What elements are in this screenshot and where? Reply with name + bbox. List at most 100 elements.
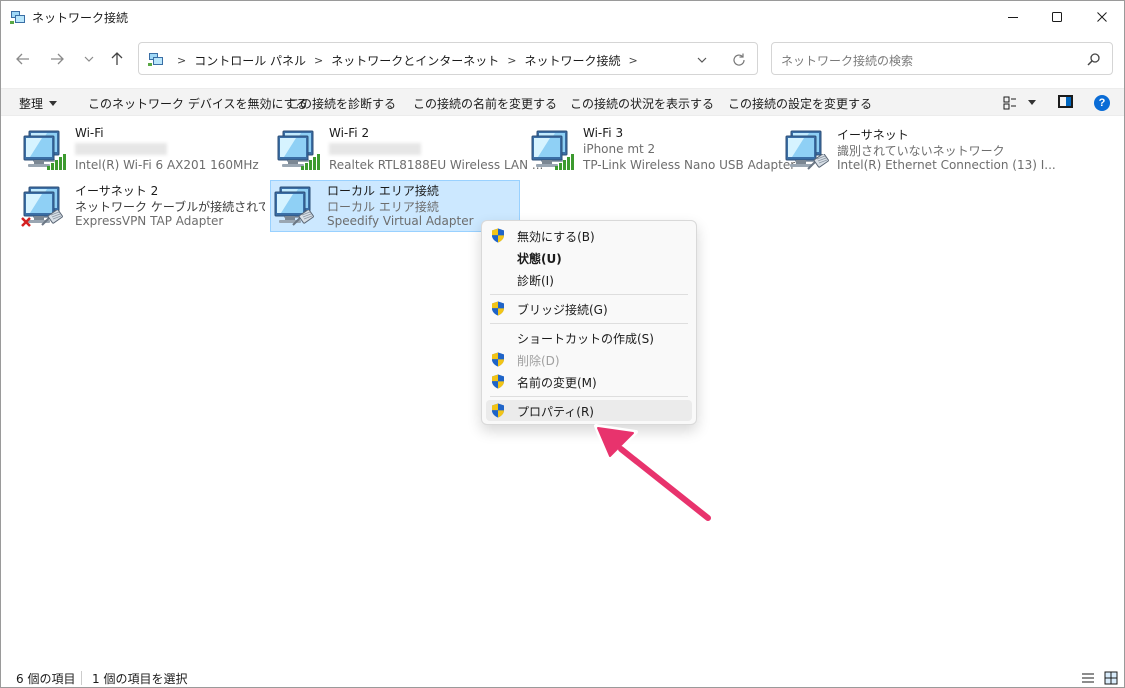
command-bar: 整理 このネットワーク デバイスを無効にする この接続を診断する この接続の名前… [1, 88, 1124, 116]
connection-adapter: TP-Link Wireless Nano USB Adapter [583, 158, 796, 172]
connection-item-wifi-2[interactable]: Wi-Fi 2 Realtek RTL8188EU Wireless LAN .… [273, 124, 543, 176]
menu-item-status[interactable]: 状態(U) [486, 247, 692, 268]
view-status-button[interactable]: この接続の状況を表示する [570, 95, 714, 112]
connection-adapter: Realtek RTL8188EU Wireless LAN ... [329, 158, 544, 172]
context-menu: 無効にする(B) 状態(U) 診断(I) ブリッジ接続(G) ショートカットの作… [481, 220, 697, 425]
connection-name: ローカル エリア接続 [327, 184, 439, 198]
minimize-icon [1008, 17, 1018, 18]
control-panel-icon [148, 51, 164, 67]
disable-device-button[interactable]: このネットワーク デバイスを無効にする [88, 95, 308, 112]
recent-locations-button[interactable] [77, 47, 101, 71]
uac-shield-icon [491, 403, 505, 418]
uac-shield-icon [491, 301, 505, 316]
maximize-button[interactable] [1034, 1, 1080, 33]
connection-name: Wi-Fi 3 [583, 126, 624, 140]
caret-down-icon[interactable] [1028, 100, 1036, 105]
menu-item-label: 名前の変更(M) [517, 376, 597, 390]
search-field[interactable]: ネットワーク接続の検索 [771, 42, 1113, 75]
network-adapter-icon [272, 182, 320, 228]
chevron-down-icon[interactable] [695, 53, 709, 67]
redacted-status [75, 143, 167, 155]
connection-name: Wi-Fi [75, 126, 104, 140]
menu-item-rename[interactable]: 名前の変更(M) [486, 371, 692, 392]
tiles-view-icon[interactable] [1104, 671, 1118, 685]
close-icon [1097, 12, 1107, 22]
breadcrumb-network-internet[interactable]: ネットワークとインターネット [331, 52, 499, 69]
breadcrumb: > コントロール パネル > ネットワークとインターネット > ネットワーク接続… [171, 52, 646, 69]
uac-shield-icon [491, 228, 505, 243]
address-bar[interactable]: > コントロール パネル > ネットワークとインターネット > ネットワーク接続… [138, 42, 758, 75]
up-button[interactable] [105, 47, 129, 71]
network-adapter-icon [21, 126, 69, 172]
menu-item-label: 状態(U) [517, 252, 562, 266]
details-view-icon[interactable] [1082, 673, 1094, 683]
network-adapter-icon [21, 182, 69, 227]
change-settings-button[interactable]: この接続の設定を変更する [728, 95, 872, 112]
network-adapter-icon [275, 126, 323, 172]
caret-down-icon [49, 101, 58, 106]
menu-item-label: ショートカットの作成(S) [517, 332, 654, 346]
connection-item-ethernet-2[interactable]: イーサネット 2 ネットワーク ケーブルが接続されていま... ExpressV… [19, 180, 269, 232]
chevron-right-icon[interactable]: > [177, 54, 186, 67]
redacted-status [329, 143, 421, 155]
connection-status: 識別されていないネットワーク [837, 144, 1005, 158]
connection-name: イーサネット 2 [75, 184, 159, 198]
status-bar: 6 個の項目 1 個の項目を選択 [1, 667, 1124, 687]
connection-adapter: ExpressVPN TAP Adapter [75, 214, 224, 228]
maximize-icon [1052, 12, 1062, 22]
network-adapter-icon [783, 126, 831, 172]
breadcrumb-network-connections[interactable]: ネットワーク接続 [525, 52, 621, 69]
menu-item-bridge[interactable]: ブリッジ接続(G) [486, 298, 692, 319]
uac-shield-icon [491, 374, 505, 389]
menu-item-label: ブリッジ接続(G) [517, 303, 608, 317]
organize-label: 整理 [19, 97, 44, 111]
back-button[interactable] [11, 47, 35, 71]
organize-button[interactable]: 整理 [19, 95, 58, 112]
refresh-icon[interactable] [731, 52, 747, 68]
chevron-right-icon[interactable]: > [314, 54, 323, 67]
chevron-right-icon[interactable]: > [507, 54, 516, 67]
network-connections-window: ネットワーク接続 > コントロール パネル > ネットワークとインターネット >… [0, 0, 1125, 688]
help-icon[interactable]: ? [1094, 95, 1110, 111]
chevron-right-icon[interactable]: > [629, 54, 638, 67]
menu-item-disable[interactable]: 無効にする(B) [486, 225, 692, 246]
connection-item-wifi-3[interactable]: Wi-Fi 3 iPhone mt 2 TP-Link Wireless Nan… [527, 124, 795, 176]
window-title: ネットワーク接続 [32, 11, 129, 25]
connection-status: iPhone mt 2 [583, 142, 656, 156]
arrow-right-icon [51, 53, 64, 65]
connection-adapter: Intel(R) Ethernet Connection (13) I... [837, 158, 1056, 172]
menu-item-delete: 削除(D) [486, 349, 692, 370]
status-separator [81, 671, 82, 685]
rename-button[interactable]: この接続の名前を変更する [413, 95, 557, 112]
connection-adapter: Speedify Virtual Adapter [327, 214, 474, 228]
search-placeholder: ネットワーク接続の検索 [781, 54, 914, 68]
menu-separator [490, 396, 688, 397]
menu-item-label: 削除(D) [517, 354, 560, 368]
connection-status: ローカル エリア接続 [327, 200, 439, 214]
minimize-button[interactable] [990, 1, 1036, 33]
selected-count: 1 個の項目を選択 [92, 672, 188, 686]
menu-item-label: 無効にする(B) [517, 230, 595, 244]
forward-button[interactable] [45, 47, 69, 71]
item-count: 6 個の項目 [16, 672, 76, 686]
menu-item-label: 診断(I) [517, 274, 554, 288]
connection-status: ネットワーク ケーブルが接続されていま... [75, 200, 265, 214]
connection-item-ethernet[interactable]: イーサネット 識別されていないネットワーク Intel(R) Ethernet … [781, 124, 1056, 176]
menu-item-create-shortcut[interactable]: ショートカットの作成(S) [486, 327, 692, 348]
title-bar[interactable]: ネットワーク接続 [1, 1, 1124, 33]
menu-separator [490, 294, 688, 295]
arrow-left-icon [16, 53, 29, 65]
menu-separator [490, 323, 688, 324]
search-icon[interactable] [1086, 52, 1101, 67]
close-button[interactable] [1079, 1, 1124, 33]
diagnose-button[interactable]: この接続を診断する [288, 95, 396, 112]
layout-toggle-icons [1082, 671, 1118, 685]
preview-pane-icon[interactable] [1058, 95, 1073, 108]
connection-adapter: Intel(R) Wi-Fi 6 AX201 160MHz [75, 158, 259, 172]
menu-item-diagnose[interactable]: 診断(I) [486, 269, 692, 290]
annotation-arrow-icon [594, 424, 714, 524]
view-options-icon[interactable] [1003, 96, 1017, 110]
breadcrumb-control-panel[interactable]: コントロール パネル [194, 52, 306, 69]
network-adapter-icon [529, 126, 577, 172]
connection-item-wifi[interactable]: Wi-Fi Intel(R) Wi-Fi 6 AX201 160MHz [19, 124, 269, 176]
